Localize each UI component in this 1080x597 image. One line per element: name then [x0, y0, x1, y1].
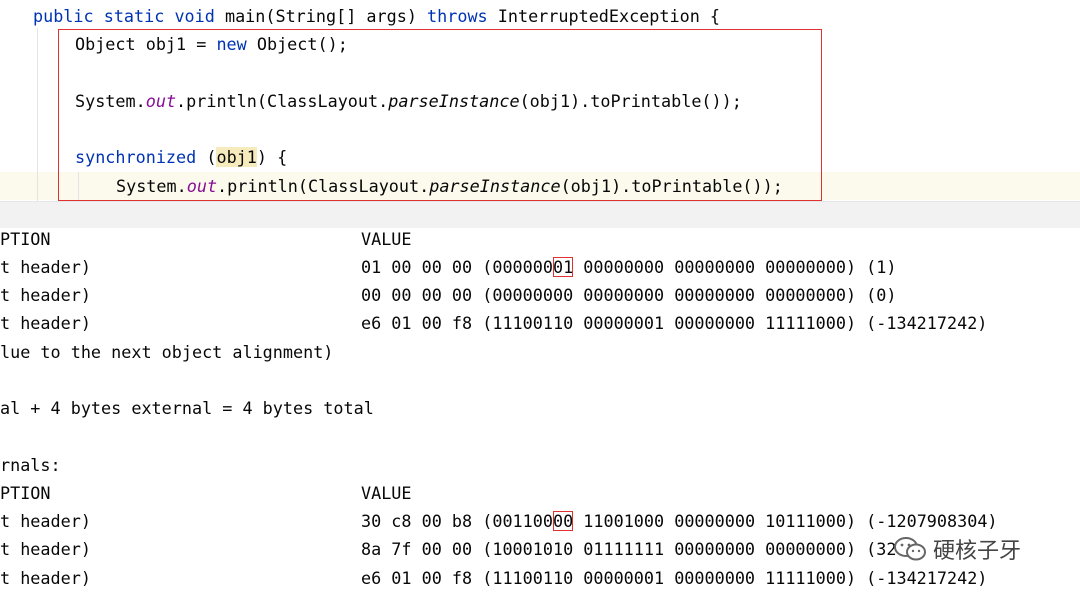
row-description: t header): [0, 313, 91, 333]
code-token: throws: [427, 6, 488, 26]
column-header-description: PTION: [0, 483, 51, 503]
row-description: t header): [0, 511, 91, 531]
annotation-box: [58, 29, 822, 201]
row-description: t header): [0, 257, 91, 277]
code-editor[interactable]: public static void main(String[] args) t…: [0, 0, 1080, 201]
value-text: 00000000 00000000 00000000) (1): [573, 257, 897, 277]
row-value: 01 00 00 00 (00000001 00000000 00000000 …: [361, 253, 897, 281]
watermark: 硬核子牙: [893, 531, 1021, 567]
marked-bits: 01: [552, 257, 574, 277]
row-value: 8a 7f 00 00 (10001010 01111111 00000000 …: [361, 539, 897, 559]
watermark-text: 硬核子牙: [933, 539, 1022, 564]
column-header-value: VALUE: [361, 483, 412, 503]
marked-bits: 00: [552, 511, 574, 531]
alignment-line: lue to the next object alignment): [0, 342, 334, 362]
code-token: public static void: [33, 6, 215, 26]
value-text: 11001000 00000000 10111000) (-1207908304…: [573, 511, 998, 531]
code-line-main[interactable]: public static void main(String[] args) t…: [0, 2, 1080, 30]
panel-splitter[interactable]: [0, 201, 1080, 229]
internals-line: rnals:: [0, 455, 61, 475]
wechat-icon: [893, 536, 927, 562]
code-token: InterruptedException {: [487, 6, 721, 26]
column-header-value: VALUE: [361, 229, 412, 249]
row-value: e6 01 00 f8 (11100110 00000001 00000000 …: [361, 568, 988, 588]
code-token: main(String[] args): [214, 6, 428, 26]
column-header-description: PTION: [0, 229, 51, 249]
value-text: 30 c8 00 b8 (001100: [361, 511, 553, 531]
row-description: t header): [0, 285, 91, 305]
row-description: t header): [0, 539, 91, 559]
row-description: t header): [0, 568, 91, 588]
row-value: e6 01 00 f8 (11100110 00000001 00000000 …: [361, 313, 988, 333]
value-text: 01 00 00 00 (000000: [361, 257, 553, 277]
size-summary-line: al + 4 bytes external = 4 bytes total: [0, 398, 374, 418]
row-value: 00 00 00 00 (00000000 00000000 00000000 …: [361, 285, 897, 305]
